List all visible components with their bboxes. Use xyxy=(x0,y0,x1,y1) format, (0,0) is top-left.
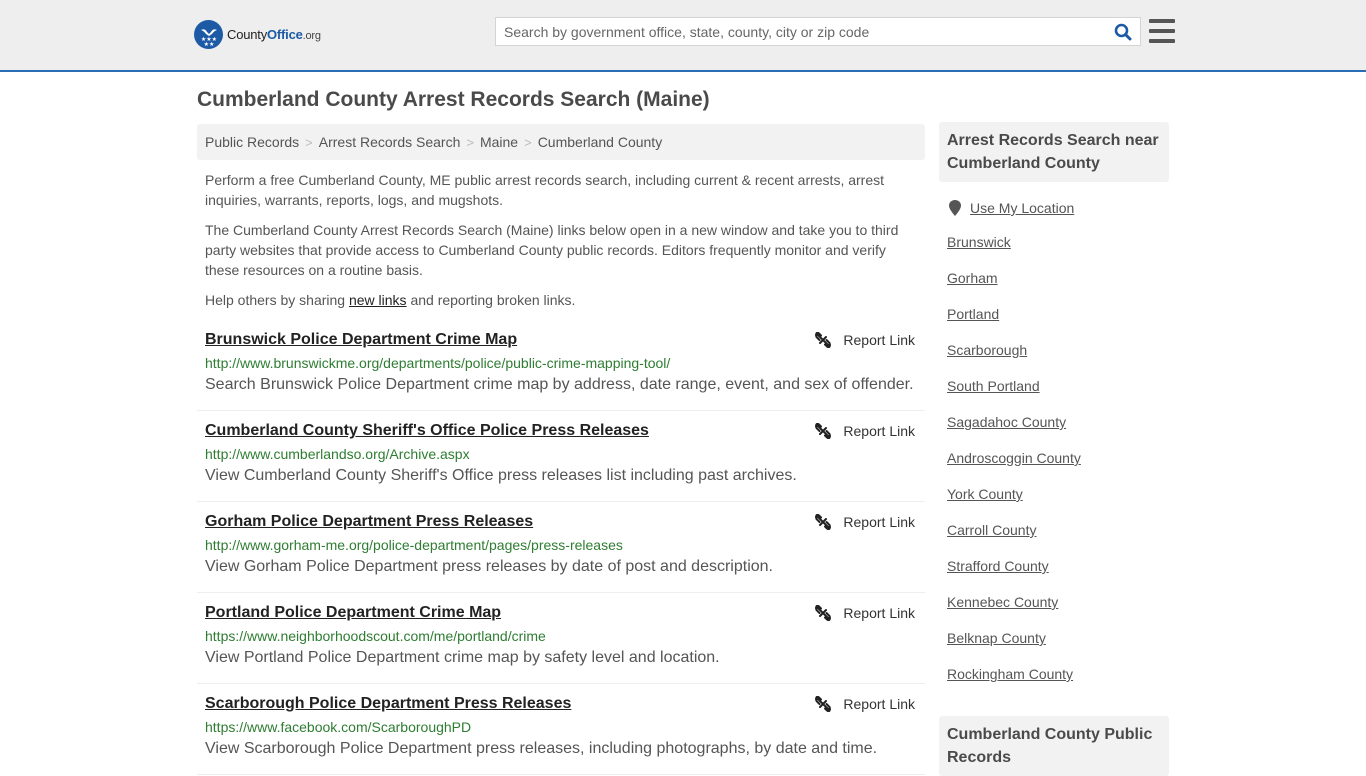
search-icon xyxy=(1114,23,1132,40)
page-title: Cumberland County Arrest Records Search … xyxy=(197,88,710,111)
nearby-item: York County xyxy=(947,476,1169,512)
intro-text: Perform a free Cumberland County, ME pub… xyxy=(205,170,915,320)
breadcrumb-separator: > xyxy=(466,134,474,150)
result-title-link[interactable]: Portland Police Department Crime Map xyxy=(205,603,501,623)
sidebar-heading: Arrest Records Search near Cumberland Co… xyxy=(939,122,1169,182)
search-bar xyxy=(495,17,1141,46)
nearby-item: Kennebec County xyxy=(947,584,1169,620)
nearby-item: Gorham xyxy=(947,260,1169,296)
nearby-link-brunswick[interactable]: Brunswick xyxy=(947,234,1011,250)
result-url[interactable]: http://www.gorham-me.org/police-departme… xyxy=(205,536,917,554)
breadcrumb-arrest-records-search[interactable]: Arrest Records Search xyxy=(319,134,461,150)
nearby-item: Androscoggin County xyxy=(947,440,1169,476)
broken-link-icon xyxy=(815,514,832,530)
report-link-button[interactable]: Report Link xyxy=(815,696,915,712)
nearby-list: Brunswick Gorham Portland Scarborough So… xyxy=(939,224,1169,692)
nearby-link-portland[interactable]: Portland xyxy=(947,306,999,322)
site-logo[interactable]: ★★★ ★★ CountyOffice.org xyxy=(194,20,321,49)
hamburger-menu-icon[interactable] xyxy=(1149,19,1175,43)
nearby-link-gorham[interactable]: Gorham xyxy=(947,270,998,286)
broken-link-icon xyxy=(815,423,832,439)
nearby-item: Strafford County xyxy=(947,548,1169,584)
result-item: Portland Police Department Crime Map htt… xyxy=(197,593,925,684)
result-item: Scarborough Police Department Press Rele… xyxy=(197,684,925,775)
result-item: Brunswick Police Department Crime Map ht… xyxy=(197,320,925,411)
breadcrumb-cumberland-county[interactable]: Cumberland County xyxy=(538,134,663,150)
result-title-link[interactable]: Brunswick Police Department Crime Map xyxy=(205,330,517,350)
breadcrumb-separator: > xyxy=(524,134,532,150)
result-url[interactable]: https://www.neighborhoodscout.com/me/por… xyxy=(205,627,917,645)
broken-link-icon xyxy=(815,332,832,348)
result-title-link[interactable]: Cumberland County Sheriff's Office Polic… xyxy=(205,421,649,441)
intro-paragraph-3: Help others by sharing new links and rep… xyxy=(205,292,576,308)
breadcrumb-public-records[interactable]: Public Records xyxy=(205,134,299,150)
svg-text:★★: ★★ xyxy=(203,41,214,46)
report-link-button[interactable]: Report Link xyxy=(815,514,915,530)
breadcrumb-separator: > xyxy=(305,134,313,150)
nearby-item: South Portland xyxy=(947,368,1169,404)
broken-link-icon xyxy=(815,696,832,712)
nearby-link-strafford-county[interactable]: Strafford County xyxy=(947,558,1049,574)
result-url[interactable]: http://www.cumberlandso.org/Archive.aspx xyxy=(205,445,917,463)
site-header: ★★★ ★★ CountyOffice.org xyxy=(0,0,1366,72)
nearby-link-belknap-county[interactable]: Belknap County xyxy=(947,630,1046,646)
map-pin-icon xyxy=(949,200,961,216)
result-title-link[interactable]: Gorham Police Department Press Releases xyxy=(205,512,533,532)
nearby-link-south-portland[interactable]: South Portland xyxy=(947,378,1040,394)
report-link-button[interactable]: Report Link xyxy=(815,332,915,348)
eagle-stars-logo-icon: ★★★ ★★ xyxy=(194,20,223,49)
use-my-location-link[interactable]: Use My Location xyxy=(970,200,1074,216)
result-description: Search Brunswick Police Department crime… xyxy=(205,376,914,393)
use-my-location: Use My Location xyxy=(949,200,1169,216)
nearby-item: Portland xyxy=(947,296,1169,332)
search-input[interactable] xyxy=(496,18,1106,45)
intro-paragraph-1: Perform a free Cumberland County, ME pub… xyxy=(205,172,885,208)
breadcrumb-maine[interactable]: Maine xyxy=(480,134,518,150)
result-url[interactable]: http://www.brunswickme.org/departments/p… xyxy=(205,354,917,372)
results-list: Brunswick Police Department Crime Map ht… xyxy=(197,320,925,775)
breadcrumb: Public Records > Arrest Records Search >… xyxy=(197,124,925,160)
nearby-link-carroll-county[interactable]: Carroll County xyxy=(947,522,1036,538)
nearby-link-scarborough[interactable]: Scarborough xyxy=(947,342,1027,358)
search-button[interactable] xyxy=(1106,18,1140,45)
broken-link-icon xyxy=(815,605,832,621)
result-description: View Portland Police Department crime ma… xyxy=(205,649,720,666)
new-links-link[interactable]: new links xyxy=(349,292,407,308)
nearby-link-androscoggin-county[interactable]: Androscoggin County xyxy=(947,450,1081,466)
nearby-link-sagadahoc-county[interactable]: Sagadahoc County xyxy=(947,414,1066,430)
nearby-link-york-county[interactable]: York County xyxy=(947,486,1023,502)
logo-wordmark: CountyOffice.org xyxy=(227,27,321,42)
result-description: View Gorham Police Department press rele… xyxy=(205,558,773,575)
nearby-item: Brunswick xyxy=(947,224,1169,260)
nearby-item: Sagadahoc County xyxy=(947,404,1169,440)
result-description: View Scarborough Police Department press… xyxy=(205,740,878,757)
report-link-button[interactable]: Report Link xyxy=(815,605,915,621)
result-item: Gorham Police Department Press Releases … xyxy=(197,502,925,593)
nearby-item: Scarborough xyxy=(947,332,1169,368)
nearby-link-kennebec-county[interactable]: Kennebec County xyxy=(947,594,1058,610)
sidebar-heading-public-records: Cumberland County Public Records xyxy=(939,716,1169,776)
nearby-item: Rockingham County xyxy=(947,656,1169,692)
nearby-item: Belknap County xyxy=(947,620,1169,656)
result-item: Cumberland County Sheriff's Office Polic… xyxy=(197,411,925,502)
result-description: View Cumberland County Sheriff's Office … xyxy=(205,467,797,484)
nearby-link-rockingham-county[interactable]: Rockingham County xyxy=(947,666,1073,682)
result-title-link[interactable]: Scarborough Police Department Press Rele… xyxy=(205,694,571,714)
sidebar: Arrest Records Search near Cumberland Co… xyxy=(939,122,1169,692)
report-link-button[interactable]: Report Link xyxy=(815,423,915,439)
intro-paragraph-2: The Cumberland County Arrest Records Sea… xyxy=(205,222,899,278)
nearby-item: Carroll County xyxy=(947,512,1169,548)
result-url[interactable]: https://www.facebook.com/ScarboroughPD xyxy=(205,718,917,736)
